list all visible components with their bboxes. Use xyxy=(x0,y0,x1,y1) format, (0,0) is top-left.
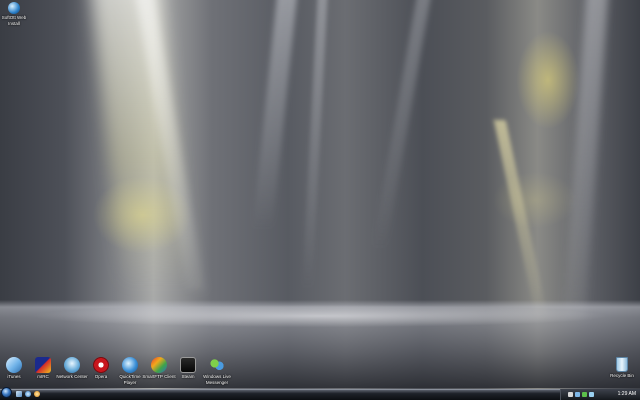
floor-highlight xyxy=(0,302,640,332)
desktop-icon-label: Windows Live Messenger xyxy=(203,374,231,385)
light-beam xyxy=(87,0,193,290)
recycle-bin-icon xyxy=(616,357,628,372)
light-beam xyxy=(372,0,432,250)
desktop-icon-messenger[interactable]: Windows Live Messenger xyxy=(200,357,234,385)
itunes-icon xyxy=(6,357,22,373)
desktop-icon-recycle-bin[interactable]: Recycle Bin xyxy=(605,357,639,379)
light-beam xyxy=(302,0,328,290)
volume-icon[interactable] xyxy=(568,392,573,397)
taskbar xyxy=(0,389,640,400)
taskbar-clock[interactable]: 1:29 AM xyxy=(618,390,636,399)
desktop-wallpaper: SoftOtt Web Install iTunes mIRC Network … xyxy=(0,0,640,400)
media-player-icon[interactable] xyxy=(34,391,40,397)
opera-icon xyxy=(93,357,109,373)
steam-icon xyxy=(180,357,196,373)
light-beam xyxy=(493,120,549,320)
quicktime-icon xyxy=(122,357,138,373)
smartftp-icon xyxy=(151,357,167,373)
network-icon xyxy=(64,357,80,373)
mirc-icon xyxy=(35,357,51,373)
shield-icon[interactable] xyxy=(582,392,587,397)
messenger-icon xyxy=(209,357,225,373)
desktop-icon-label: SoftOtt Web Install xyxy=(1,15,27,26)
light-beam xyxy=(563,0,609,320)
internet-explorer-icon[interactable] xyxy=(25,391,31,397)
start-orb-icon[interactable] xyxy=(1,387,12,398)
desktop-icon-web-install[interactable]: SoftOtt Web Install xyxy=(0,2,31,26)
network-tray-icon[interactable] xyxy=(575,392,580,397)
show-desktop-icon[interactable] xyxy=(16,391,22,397)
globe-installer-icon xyxy=(8,2,20,14)
light-beam xyxy=(252,0,298,230)
messenger-tray-icon[interactable] xyxy=(589,392,594,397)
desktop-icon-label: Recycle Bin xyxy=(610,373,634,378)
light-beam xyxy=(132,0,206,290)
